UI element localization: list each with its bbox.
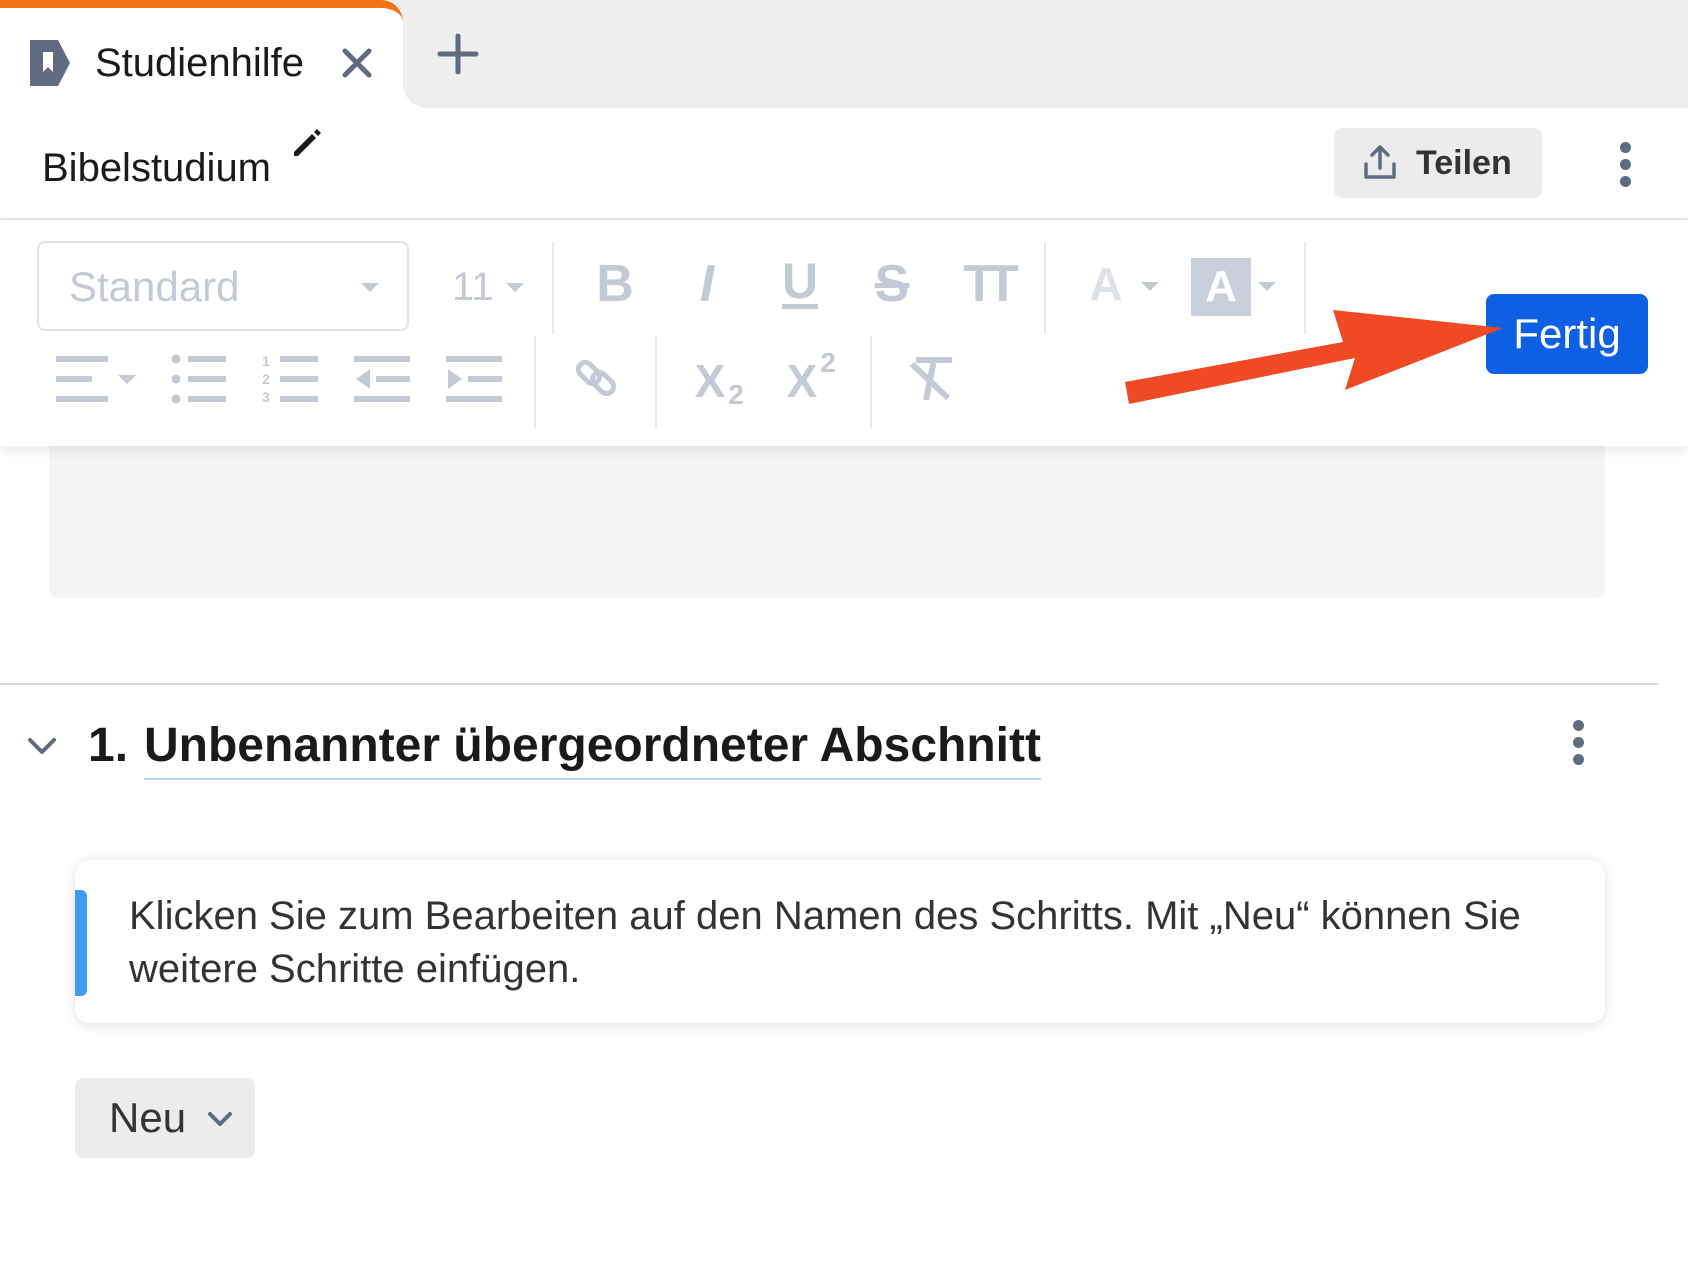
superscript-index: 2	[820, 347, 836, 378]
section-more-options-icon[interactable]	[1571, 720, 1585, 766]
font-size-value: 11	[452, 265, 494, 309]
bold-button[interactable]: B	[590, 254, 640, 314]
subscript-index: 2	[728, 379, 744, 410]
strikethrough-button[interactable]: S	[866, 254, 918, 314]
text-size-button[interactable]: TT	[952, 254, 1022, 314]
add-tab-icon[interactable]	[436, 32, 480, 76]
share-label: Teilen	[1416, 144, 1512, 182]
new-step-label: Neu	[109, 1094, 187, 1141]
annotation-arrow	[1125, 310, 1503, 404]
divider	[1044, 242, 1046, 334]
share-button[interactable]: Teilen	[1334, 128, 1542, 198]
more-options-icon[interactable]	[1618, 142, 1632, 188]
chevron-down-icon	[361, 283, 379, 292]
share-icon	[1364, 145, 1396, 179]
pencil-icon[interactable]	[290, 126, 324, 160]
document-header: Bibelstudium Teilen	[0, 108, 1688, 220]
divider	[552, 242, 554, 334]
align-left-icon[interactable]	[54, 354, 136, 404]
clear-formatting-icon[interactable]	[908, 356, 958, 402]
svg-text:2: 2	[262, 371, 270, 387]
divider	[655, 336, 657, 428]
svg-text:1: 1	[262, 353, 270, 369]
section-number: 1.	[88, 719, 129, 772]
bookmark-icon	[30, 40, 70, 86]
hint-text: Klicken Sie zum Bearbeiten auf den Namen…	[129, 894, 1521, 991]
outdent-icon[interactable]	[354, 354, 410, 404]
tab-title: Studienhilfe	[95, 41, 305, 85]
chevron-down-icon	[1141, 282, 1159, 291]
close-icon[interactable]	[336, 42, 378, 84]
new-step-button[interactable]: Neu	[75, 1078, 255, 1158]
divider	[534, 336, 536, 428]
bullet-list-icon[interactable]	[170, 354, 226, 404]
link-icon[interactable]	[574, 356, 618, 400]
numbered-list-icon[interactable]: 1 2 3	[262, 352, 318, 404]
collapse-chevron-icon[interactable]	[26, 734, 58, 758]
done-button[interactable]: Fertig	[1486, 294, 1648, 374]
chevron-down-icon	[1258, 282, 1276, 291]
chevron-down-icon	[506, 283, 524, 292]
subscript-letter: X	[694, 355, 726, 407]
hint-accent-bar	[75, 890, 87, 996]
svg-text:3: 3	[262, 389, 270, 404]
chevron-down-icon	[208, 1112, 232, 1126]
tab-strip: Studienhilfe	[0, 0, 1688, 108]
italic-button[interactable]: I	[682, 254, 732, 314]
underline-button[interactable]: U	[774, 252, 826, 310]
superscript-letter: X	[786, 355, 818, 407]
indent-icon[interactable]	[446, 354, 502, 404]
font-color-letter: A	[1089, 258, 1123, 310]
divider	[870, 336, 872, 428]
document-title[interactable]: Bibelstudium	[42, 142, 271, 194]
tab-corner	[403, 84, 427, 108]
paragraph-style-value: Standard	[69, 263, 240, 310]
tab-studienhilfe[interactable]: Studienhilfe	[0, 0, 403, 108]
section-divider	[0, 683, 1658, 685]
hint-card: Klicken Sie zum Bearbeiten auf den Namen…	[75, 860, 1605, 1023]
section-title[interactable]: Unbenannter übergeordneter Abschnitt	[144, 716, 1041, 780]
editor-content-area[interactable]	[49, 420, 1605, 598]
paragraph-style-select[interactable]: Standard	[37, 241, 409, 331]
